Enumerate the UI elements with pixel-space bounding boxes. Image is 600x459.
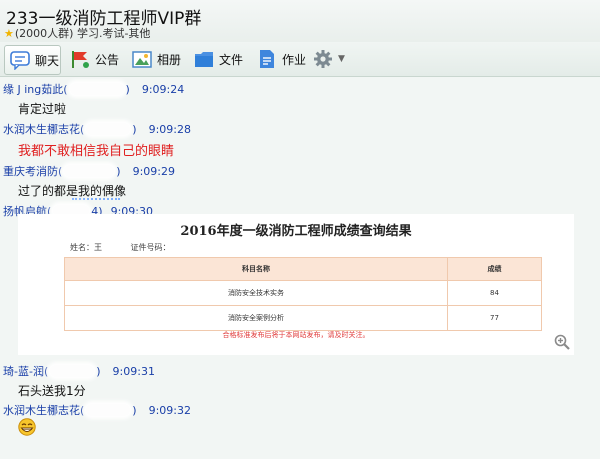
group-subtitle-text: (2000人群) 学习.考试-其他 xyxy=(14,27,151,40)
score-cell: 84 xyxy=(447,280,542,306)
toolbar: 聊天 公告 相册 文件 作业 ▼ xyxy=(0,42,600,77)
message-header: 琦-蓝-润() 9:09:31 xyxy=(3,363,155,379)
message-time: 9:09:31 xyxy=(112,364,155,378)
tab-announcement[interactable]: 公告 xyxy=(70,45,119,73)
tab-files-label: 文件 xyxy=(219,52,244,67)
sender-suffix: ) xyxy=(125,82,130,96)
table-header-row: 科目名称 成绩 xyxy=(64,257,542,281)
message-header: 水润木生梛志花() 9:09:32 xyxy=(3,402,191,418)
result-title: 2016年度一级消防工程师成绩查询结果 xyxy=(180,224,412,239)
album-icon xyxy=(132,49,152,69)
settings-menu-button[interactable]: ▼ xyxy=(313,45,345,73)
score-cell: 77 xyxy=(447,305,542,331)
sender-name[interactable]: 水润木生梛志花( xyxy=(3,121,84,137)
tab-album[interactable]: 相册 xyxy=(132,45,181,73)
homework-icon xyxy=(257,49,277,69)
tab-album-label: 相册 xyxy=(157,52,182,67)
zoom-in-icon[interactable] xyxy=(554,334,570,350)
tab-chat-label: 聊天 xyxy=(35,53,60,68)
result-name-label: 姓名：王 xyxy=(70,243,102,252)
result-name-row: 姓名：王 证件号码： xyxy=(70,242,171,253)
message-time: 9:09:28 xyxy=(148,122,191,136)
tab-homework-label: 作业 xyxy=(282,52,307,67)
chat-history[interactable]: 缘 J ing茹此() 9:09:24 肯定过啦 水润木生梛志花() 9:09:… xyxy=(0,77,600,459)
grin-emoji-icon xyxy=(18,418,36,436)
redacted-id xyxy=(50,365,95,377)
table-row: 消防安全案例分析 77 xyxy=(64,305,542,331)
redacted-id xyxy=(86,404,131,416)
sender-name[interactable]: 水润木生梛志花( xyxy=(3,402,84,418)
tab-announcement-label: 公告 xyxy=(95,52,120,67)
redacted-id xyxy=(64,165,115,177)
message-text: 过了的都是我的偶像 xyxy=(18,184,127,198)
subject-cell: 消防安全案例分析 xyxy=(64,305,448,331)
result-note: 合格标准发布后将于本网站发布，请及时关注。 xyxy=(222,331,370,339)
subject-cell: 消防安全技术实务 xyxy=(64,280,448,306)
message-header: 重庆考消防() 9:09:29 xyxy=(3,163,175,179)
message-time: 9:09:29 xyxy=(132,164,175,178)
sender-suffix: ) xyxy=(116,164,121,178)
result-id-label: 证件号码： xyxy=(130,243,171,252)
table-row: 消防安全技术实务 84 xyxy=(64,280,542,306)
announcement-icon xyxy=(70,49,90,69)
column-header: 成绩 xyxy=(447,257,542,281)
message-time: 9:09:24 xyxy=(141,82,185,96)
redacted-id xyxy=(86,123,131,135)
sender-suffix: ) xyxy=(132,122,137,136)
tab-files[interactable]: 文件 xyxy=(194,45,243,73)
sender-suffix: ) xyxy=(96,364,101,378)
sender-suffix: ) xyxy=(132,403,137,417)
group-subtitle: ★(2000人群) 学习.考试-其他 xyxy=(4,25,150,41)
chevron-down-icon: ▼ xyxy=(338,54,345,64)
tab-homework[interactable]: 作业 xyxy=(257,45,306,73)
redacted-id xyxy=(69,83,124,95)
star-icon: ★ xyxy=(4,27,14,40)
gear-icon xyxy=(313,49,333,69)
score-result-image[interactable]: 2016年度一级消防工程师成绩查询结果 姓名：王 证件号码： 科目名称 成绩 消… xyxy=(18,214,574,355)
sender-name[interactable]: 缘 J ing茹此( xyxy=(3,81,68,97)
chat-icon xyxy=(10,50,30,71)
message-header: 缘 J ing茹此() 9:09:24 xyxy=(3,81,184,97)
window-titlebar: 233一级消防工程师VIP群 ★(2000人群) 学习.考试-其他 xyxy=(0,0,600,42)
tab-chat[interactable]: 聊天 xyxy=(4,45,61,75)
message-text: 石头送我1分 xyxy=(18,384,86,398)
message-header: 水润木生梛志花() 9:09:28 xyxy=(3,121,191,137)
message-text: 我都不敢相信我自己的眼睛 xyxy=(18,144,175,159)
message-time: 9:09:32 xyxy=(148,403,191,417)
result-table: 科目名称 成绩 消防安全技术实务 84 消防安全案例分析 77 xyxy=(64,257,542,331)
spellcheck-underline xyxy=(72,198,120,200)
folder-icon xyxy=(194,49,214,69)
column-header: 科目名称 xyxy=(64,257,448,281)
message-text: 肯定过啦 xyxy=(18,102,67,116)
sender-name[interactable]: 重庆考消防( xyxy=(3,163,62,179)
sender-name[interactable]: 琦-蓝-润( xyxy=(3,363,48,379)
